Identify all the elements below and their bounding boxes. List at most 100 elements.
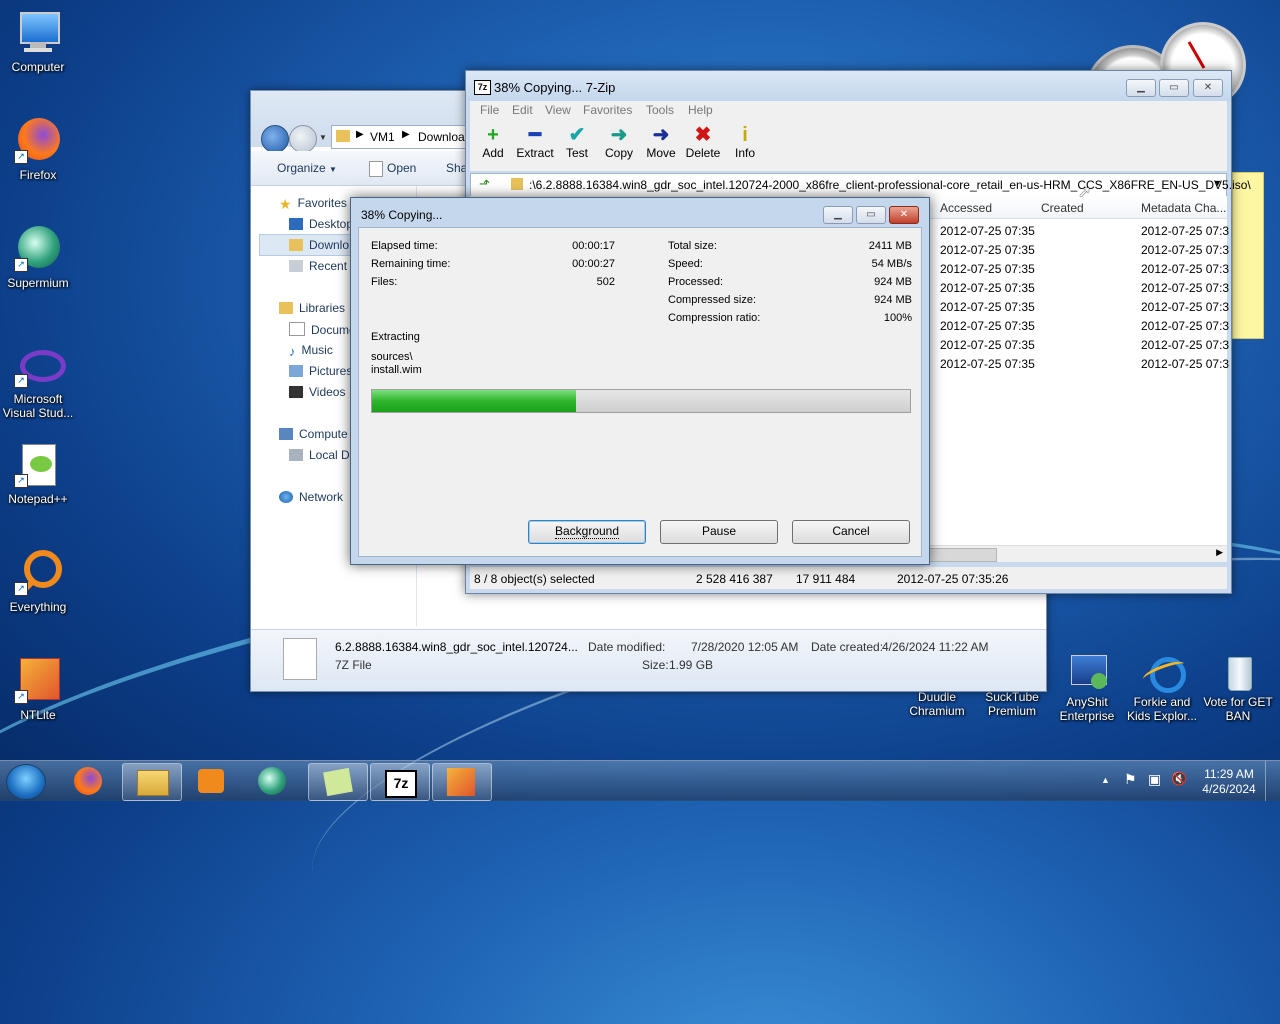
minimize-button[interactable]: ▁ <box>1126 79 1156 97</box>
nav-recent[interactable]: Recent P <box>289 259 358 273</box>
info-button[interactable]: i Info <box>722 124 768 160</box>
taskbar-notes[interactable] <box>308 763 368 801</box>
desktop-icon-supermium[interactable]: ↗ Supermium <box>0 224 76 290</box>
taskbar-7zip[interactable]: 7z <box>370 763 430 801</box>
drive-icon <box>289 449 303 461</box>
copy-progress-dialog[interactable]: 38% Copying... ▁ ▭ ✕ Elapsed time: 00:00… <box>350 197 930 565</box>
7zip-titlebar[interactable]: 7z 38% Copying... 7-Zip ▁ ▭ ✕ <box>466 71 1231 101</box>
taskbar-supermium[interactable] <box>244 763 302 799</box>
taskbar-media-player[interactable] <box>182 763 240 799</box>
column-created[interactable]: Created <box>1041 201 1084 215</box>
nav-local-disk[interactable]: Local Di <box>289 448 352 462</box>
nav-downloads[interactable]: Downlo <box>289 238 349 252</box>
nav-favorites[interactable]: ★ Favorites <box>279 196 347 212</box>
nav-documents[interactable]: Docume <box>289 322 356 337</box>
breadcrumb-vm1[interactable]: VM1 <box>370 130 395 144</box>
menu-tools[interactable]: Tools <box>646 103 674 117</box>
menu-help[interactable]: Help <box>688 103 713 117</box>
delete-button[interactable]: ✖ Delete <box>680 124 726 160</box>
nav-label: Videos <box>309 385 346 399</box>
progress-bar <box>371 389 911 413</box>
maximize-button[interactable]: ▭ <box>856 206 886 224</box>
organize-button[interactable]: Organize ▼ <box>277 161 337 175</box>
nav-music[interactable]: ♪ Music <box>289 343 333 359</box>
table-row[interactable]: 2012-07-25 07:35 2012-07-25 07:3 <box>940 338 1229 352</box>
details-created-value: 4/26/2024 11:22 AM <box>882 640 989 654</box>
progress-fill <box>372 390 577 412</box>
taskbar-firefox[interactable] <box>60 763 118 799</box>
desktop-icon-anyshit[interactable]: AnyShit Enterprise <box>1049 655 1125 723</box>
videos-icon <box>289 386 303 398</box>
forward-button[interactable] <box>289 125 317 153</box>
background-button[interactable]: Background <box>528 520 646 544</box>
network-icon <box>279 491 293 503</box>
nav-libraries[interactable]: Libraries <box>279 301 345 315</box>
desktop-icon-ie[interactable]: Forkie and Kids Explor... <box>1124 655 1200 723</box>
menu-favorites[interactable]: Favorites <box>583 103 632 117</box>
nav-pictures[interactable]: Pictures <box>289 364 352 378</box>
tray-expand-icon[interactable]: ▲ <box>1101 775 1110 785</box>
taskbar-ntlite[interactable] <box>432 763 492 801</box>
desktop-icon-ntlite[interactable]: ↗ NTLite <box>0 656 76 722</box>
nav-desktop[interactable]: Desktop <box>289 217 353 231</box>
table-row[interactable]: 2012-07-25 07:35 2012-07-25 07:3 <box>940 300 1229 314</box>
scroll-right-icon[interactable]: ▶ <box>1216 547 1223 558</box>
desktop-icon-recycle-bin[interactable]: Vote for GET BAN <box>1199 655 1277 723</box>
dialog-body: Elapsed time: 00:00:17 Remaining time: 0… <box>358 227 922 557</box>
nav-videos[interactable]: Videos <box>289 385 345 399</box>
details-created-label: Date created: <box>811 640 884 654</box>
start-button[interactable] <box>6 764 46 800</box>
pause-button[interactable]: Pause <box>660 520 778 544</box>
details-size-value: 1.99 GB <box>669 658 714 672</box>
desktop-icon-everything[interactable]: ↗ Everything <box>0 548 76 614</box>
clock[interactable]: 11:29 AM 4/26/2024 <box>1196 767 1262 797</box>
desktop-icon-computer[interactable]: Computer <box>0 8 76 74</box>
desktop-icon-visual-studio[interactable]: ↗ Microsoft Visual Stud... <box>0 340 76 420</box>
menu-edit[interactable]: Edit <box>512 103 533 117</box>
menu-file[interactable]: File <box>480 103 499 117</box>
table-row[interactable]: 2012-07-25 07:35 2012-07-25 07:3 <box>940 262 1229 276</box>
desktop-icon-notepadpp[interactable]: ↗ Notepad++ <box>0 440 76 506</box>
path-bar[interactable]: ⬏ :\6.2.8888.16384.win8_gdr_soc_intel.12… <box>470 173 1251 197</box>
maximize-button[interactable]: ▭ <box>1159 79 1189 97</box>
minimize-button[interactable]: ▁ <box>823 206 853 224</box>
menu-view[interactable]: View <box>545 103 571 117</box>
cancel-button[interactable]: Cancel <box>792 520 910 544</box>
close-button[interactable]: ✕ <box>1193 79 1223 97</box>
table-row[interactable]: 2012-07-25 07:35 2012-07-25 07:3 <box>940 224 1229 238</box>
show-desktop-button[interactable] <box>1265 761 1280 801</box>
test-button[interactable]: ✔ Test <box>554 124 600 160</box>
chevron-down-icon[interactable]: ▼ <box>1213 178 1222 188</box>
up-folder-icon[interactable]: ⬏ <box>479 176 490 192</box>
open-button[interactable]: Open <box>387 161 416 175</box>
table-row[interactable]: 2012-07-25 07:35 2012-07-25 07:3 <box>940 281 1229 295</box>
recent-places-icon <box>289 260 303 272</box>
move-button[interactable]: ➜ Move <box>638 124 684 160</box>
desktop-icon-duudle-chramium[interactable]: Duudle Chramium <box>898 690 976 718</box>
move-icon: ➜ <box>652 124 670 146</box>
action-center-flag-icon[interactable]: ⚑ <box>1124 771 1137 788</box>
chevron-down-icon[interactable]: ▼ <box>319 133 327 142</box>
nav-network[interactable]: Network <box>279 490 343 504</box>
extract-button[interactable]: ━ Extract <box>512 124 558 160</box>
breadcrumb-downloads[interactable]: Downloa <box>418 130 465 144</box>
close-button[interactable]: ✕ <box>889 206 919 224</box>
sticky-note-gadget[interactable] <box>1232 172 1264 339</box>
table-row[interactable]: 2012-07-25 07:35 2012-07-25 07:3 <box>940 243 1229 257</box>
back-button[interactable] <box>261 125 289 153</box>
table-row[interactable]: 2012-07-25 07:35 2012-07-25 07:3 <box>940 319 1229 333</box>
add-button[interactable]: + Add <box>470 124 516 160</box>
column-metadata[interactable]: Metadata Cha... <box>1141 201 1226 215</box>
computer-icon <box>14 8 62 56</box>
network-icon[interactable]: ▣ <box>1148 771 1161 788</box>
volume-muted-icon[interactable]: 🔇 <box>1171 771 1187 787</box>
nav-computer[interactable]: Compute <box>279 427 348 441</box>
copy-button[interactable]: ➜ Copy <box>596 124 642 160</box>
shortcut-arrow-icon: ↗ <box>14 150 28 164</box>
desktop-icon-firefox[interactable]: ↗ Firefox <box>0 116 76 182</box>
taskbar-explorer[interactable] <box>122 763 182 801</box>
info-icon: i <box>742 124 748 146</box>
table-row[interactable]: 2012-07-25 07:35 2012-07-25 07:3 <box>940 357 1229 371</box>
column-accessed[interactable]: Accessed <box>940 201 992 215</box>
desktop-icon-sucktube[interactable]: SuckTube Premium <box>974 690 1050 718</box>
